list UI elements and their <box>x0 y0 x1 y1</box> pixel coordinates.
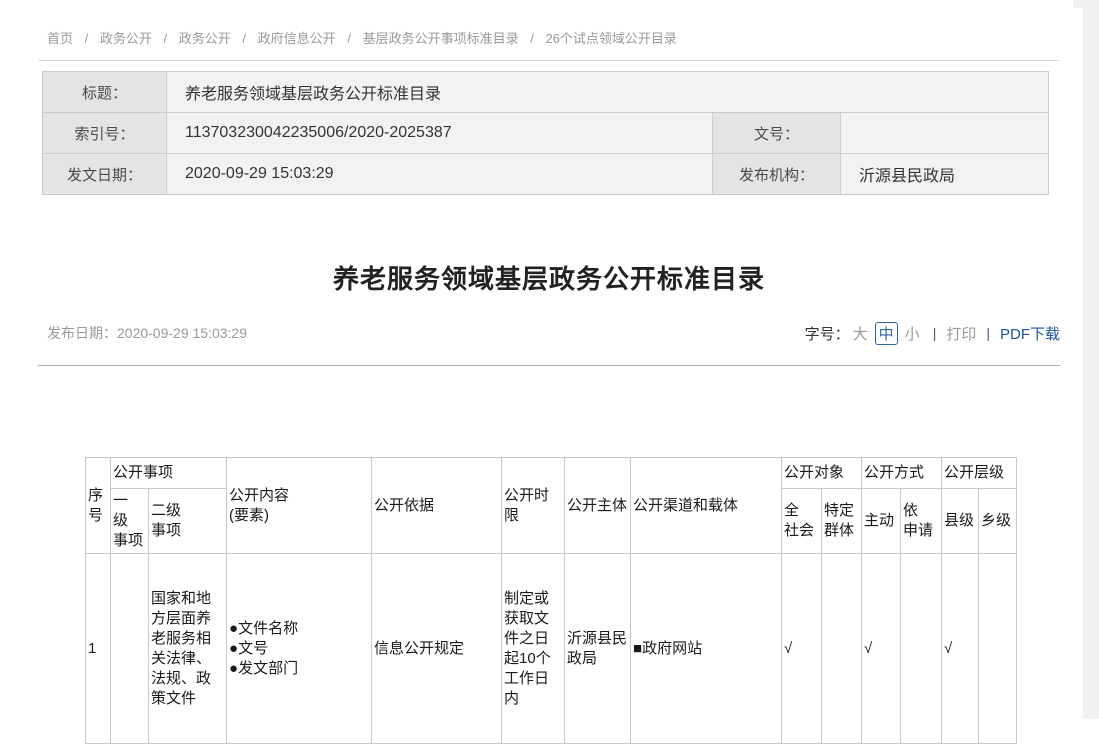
cell-channels: ■政府网站 <box>631 554 782 744</box>
page-title: 养老服务领域基层政务公开标准目录 <box>38 259 1060 296</box>
breadcrumb-govinfo[interactable]: 政府信息公开 <box>258 31 336 46</box>
cell-level1-item <box>111 554 149 744</box>
font-size-label: 字号： <box>805 323 850 344</box>
header-county: 县级 <box>942 489 979 554</box>
header-channels: 公开渠道和载体 <box>631 458 782 554</box>
cell-township <box>979 554 1017 744</box>
meta-agency-value: 沂源县民政局 <box>841 154 1049 195</box>
breadcrumb-separator: / <box>85 31 89 46</box>
cell-time-limit: 制定或获取文件之日起10个工作日内 <box>502 554 565 744</box>
breadcrumb-home[interactable]: 首页 <box>47 31 73 46</box>
cell-all-society: √ <box>782 554 822 744</box>
header-upon-request: 依 申请 <box>901 489 942 554</box>
meta-agency-label: 发布机构： <box>713 154 841 195</box>
meta-index-label: 索引号： <box>43 113 167 154</box>
article-tools: 字号： 大 中 小 | 打印 | PDF下载 <box>805 322 1060 345</box>
meta-issuedate-value: 2020-09-29 15:03:29 <box>167 154 713 195</box>
meta-index-value: 113703230042235006/2020-2025387 <box>167 113 713 154</box>
page-content: 首页 / 政务公开 / 政务公开 / 政府信息公开 / 基层政务公开事项标准目录… <box>38 0 1060 744</box>
table-row: 1 国家和地方层面养老服务相关法律、法规、政策文件 ●文件名称 ●文号 ●发文部… <box>86 554 1017 744</box>
cell-proactive: √ <box>862 554 901 744</box>
cell-serial: 1 <box>86 554 111 744</box>
cell-content-elements: ●文件名称 ●文号 ●发文部门 <box>227 554 372 744</box>
divider: | <box>933 325 937 341</box>
header-all-society: 全 社会 <box>782 489 822 554</box>
header-specific-groups: 特定 群体 <box>822 489 862 554</box>
breadcrumb: 首页 / 政务公开 / 政务公开 / 政府信息公开 / 基层政务公开事项标准目录… <box>38 0 1060 61</box>
header-audience: 公开对象 <box>782 458 862 489</box>
header-time-limit: 公开时限 <box>502 458 565 554</box>
publish-date: 发布日期：2020-09-29 15:03:29 <box>47 323 247 343</box>
header-level1-item: 一 级 事项 <box>111 489 149 554</box>
breadcrumb-zhengwu-gongkai-1[interactable]: 政务公开 <box>100 31 152 46</box>
meta-docnum-label: 文号： <box>713 113 841 154</box>
font-size-large-button[interactable]: 大 <box>853 323 868 344</box>
article-meta-bar: 发布日期：2020-09-29 15:03:29 字号： 大 中 小 | 打印 … <box>38 322 1060 344</box>
scrollbar-corner <box>1073 0 1083 8</box>
disclosure-standards-table: 序号 公开事项 公开内容 (要素) 公开依据 公开时限 公开主体 公开渠道和载体… <box>85 457 1017 744</box>
cell-county: √ <box>942 554 979 744</box>
cell-specific-groups <box>822 554 862 744</box>
divider: | <box>986 325 990 341</box>
breadcrumb-separator: / <box>164 31 168 46</box>
header-level2-item: 二级 事项 <box>149 489 227 554</box>
meta-title-value: 养老服务领域基层政务公开标准目录 <box>167 72 1049 113</box>
meta-issuedate-label: 发文日期： <box>43 154 167 195</box>
document-metadata-table: 标题： 养老服务领域基层政务公开标准目录 索引号： 11370323004223… <box>42 71 1049 195</box>
vertical-scrollbar[interactable] <box>1083 0 1099 719</box>
cell-basis: 信息公开规定 <box>372 554 502 744</box>
pdf-download-button[interactable]: PDF下载 <box>1000 323 1060 344</box>
meta-docnum-value <box>841 113 1049 154</box>
header-level: 公开层级 <box>942 458 1017 489</box>
breadcrumb-current-page: 26个试点领域公开目录 <box>545 31 676 46</box>
header-subject: 公开主体 <box>565 458 631 554</box>
font-size-small-button[interactable]: 小 <box>905 323 920 344</box>
header-disclosure-items: 公开事项 <box>111 458 227 489</box>
header-proactive: 主动 <box>862 489 901 554</box>
cell-level2-item: 国家和地方层面养老服务相关法律、法规、政策文件 <box>149 554 227 744</box>
breadcrumb-separator: / <box>530 31 534 46</box>
print-button[interactable]: 打印 <box>946 323 976 344</box>
header-township: 乡级 <box>979 489 1017 554</box>
font-size-medium-button[interactable]: 中 <box>875 322 898 345</box>
header-serial: 序号 <box>86 458 111 554</box>
cell-upon-request <box>901 554 942 744</box>
breadcrumb-separator: / <box>242 31 246 46</box>
section-divider <box>38 365 1060 366</box>
meta-title-label: 标题： <box>43 72 167 113</box>
header-content-elements: 公开内容 (要素) <box>227 458 372 554</box>
header-basis: 公开依据 <box>372 458 502 554</box>
breadcrumb-separator: / <box>347 31 351 46</box>
cell-subject: 沂源县民政局 <box>565 554 631 744</box>
breadcrumb-zhengwu-gongkai-2[interactable]: 政务公开 <box>179 31 231 46</box>
breadcrumb-standard-catalog[interactable]: 基层政务公开事项标准目录 <box>363 31 519 46</box>
header-method: 公开方式 <box>862 458 942 489</box>
